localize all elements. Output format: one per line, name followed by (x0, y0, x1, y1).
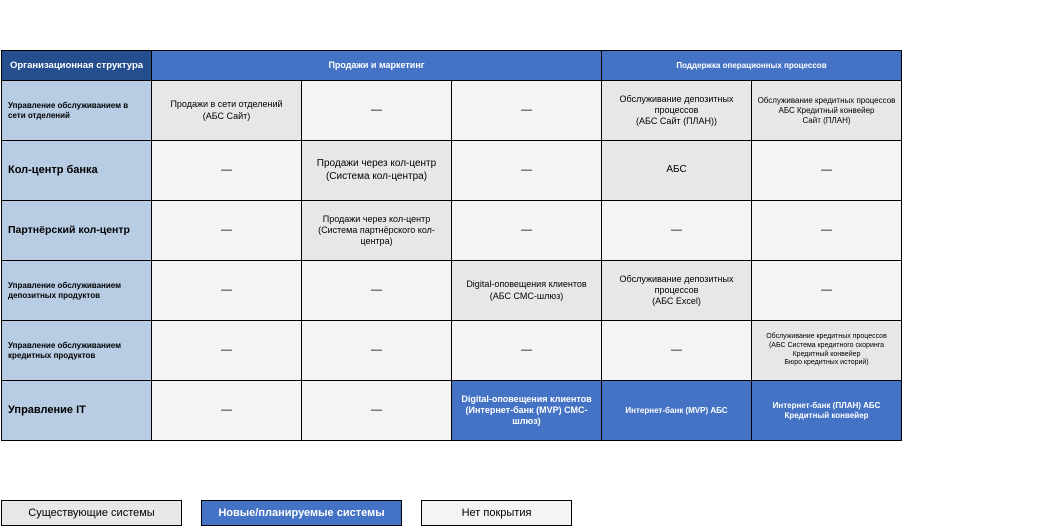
cell-empty: — (151, 380, 302, 441)
cell-empty: — (751, 140, 902, 201)
cell-empty: — (151, 260, 302, 321)
cell-empty: — (301, 380, 452, 441)
cell-digital-notifications-mvp: Digital-оповещения клиентов (Интернет-бан… (451, 380, 602, 441)
cell-call-center-sales: Продажи через кол-центр (Система кол-цент… (301, 140, 452, 201)
cell-empty: — (301, 320, 452, 381)
cell-empty: — (751, 200, 902, 261)
cell-empty: — (151, 140, 302, 201)
cell-deposit-processes-excel: Обслуживание депозитных процессов (АБС Ex… (601, 260, 752, 321)
cell-internet-bank-plan: Интернет-банк (ПЛАН) АБС Кредитный конвей… (751, 380, 902, 441)
row-label-it-management: Управление IT (1, 380, 152, 441)
legend-new: Новые/планируемые системы (201, 500, 402, 526)
row-label-partner-call-center: Партнёрский кол-центр (1, 200, 152, 261)
row-label-bank-call-center: Кол-центр банка (1, 140, 152, 201)
cell-abs: АБС (601, 140, 752, 201)
header-ops-support: Поддержка операционных процессов (601, 50, 902, 81)
legend-none: Нет покрытия (421, 500, 572, 526)
cell-empty: — (601, 320, 752, 381)
cell-empty: — (151, 320, 302, 381)
header-org-structure: Организационная структура (1, 50, 152, 81)
header-sales-marketing: Продажи и маркетинг (151, 50, 602, 81)
row-label-branch-service: Управление обслуживанием в сети отделени… (1, 80, 152, 141)
legend-existing: Существующие системы (1, 500, 182, 526)
cell-empty: — (151, 200, 302, 261)
cell-empty: — (601, 200, 752, 261)
cell-branch-sales: Продажи в сети отделений (АБС Сайт) (151, 80, 302, 141)
cell-empty: — (451, 80, 602, 141)
cell-empty: — (751, 260, 902, 321)
cell-partner-call-center-sales: Продажи через кол-центр (Система партнёрс… (301, 200, 452, 261)
cell-empty: — (451, 140, 602, 201)
cell-empty: — (301, 80, 452, 141)
cell-deposit-processes: Обслуживание депозитных процессов (АБС Са… (601, 80, 752, 141)
cell-empty: — (451, 320, 602, 381)
cell-digital-notifications: Digital-оповещения клиентов (АБС СМС-шлюз… (451, 260, 602, 321)
cell-internet-bank-mvp: Интернет-банк (MVP) АБС (601, 380, 752, 441)
cell-credit-processes: Обслуживание кредитных процессов АБС Кред… (751, 80, 902, 141)
row-label-credit-products: Управление обслуживанием кредитных проду… (1, 320, 152, 381)
cell-empty: — (451, 200, 602, 261)
cell-credit-scoring: Обслуживание кредитных процессов (АБС Сис… (751, 320, 902, 381)
cell-empty: — (301, 260, 452, 321)
row-label-deposit-products: Управление обслуживанием депозитных прод… (1, 260, 152, 321)
